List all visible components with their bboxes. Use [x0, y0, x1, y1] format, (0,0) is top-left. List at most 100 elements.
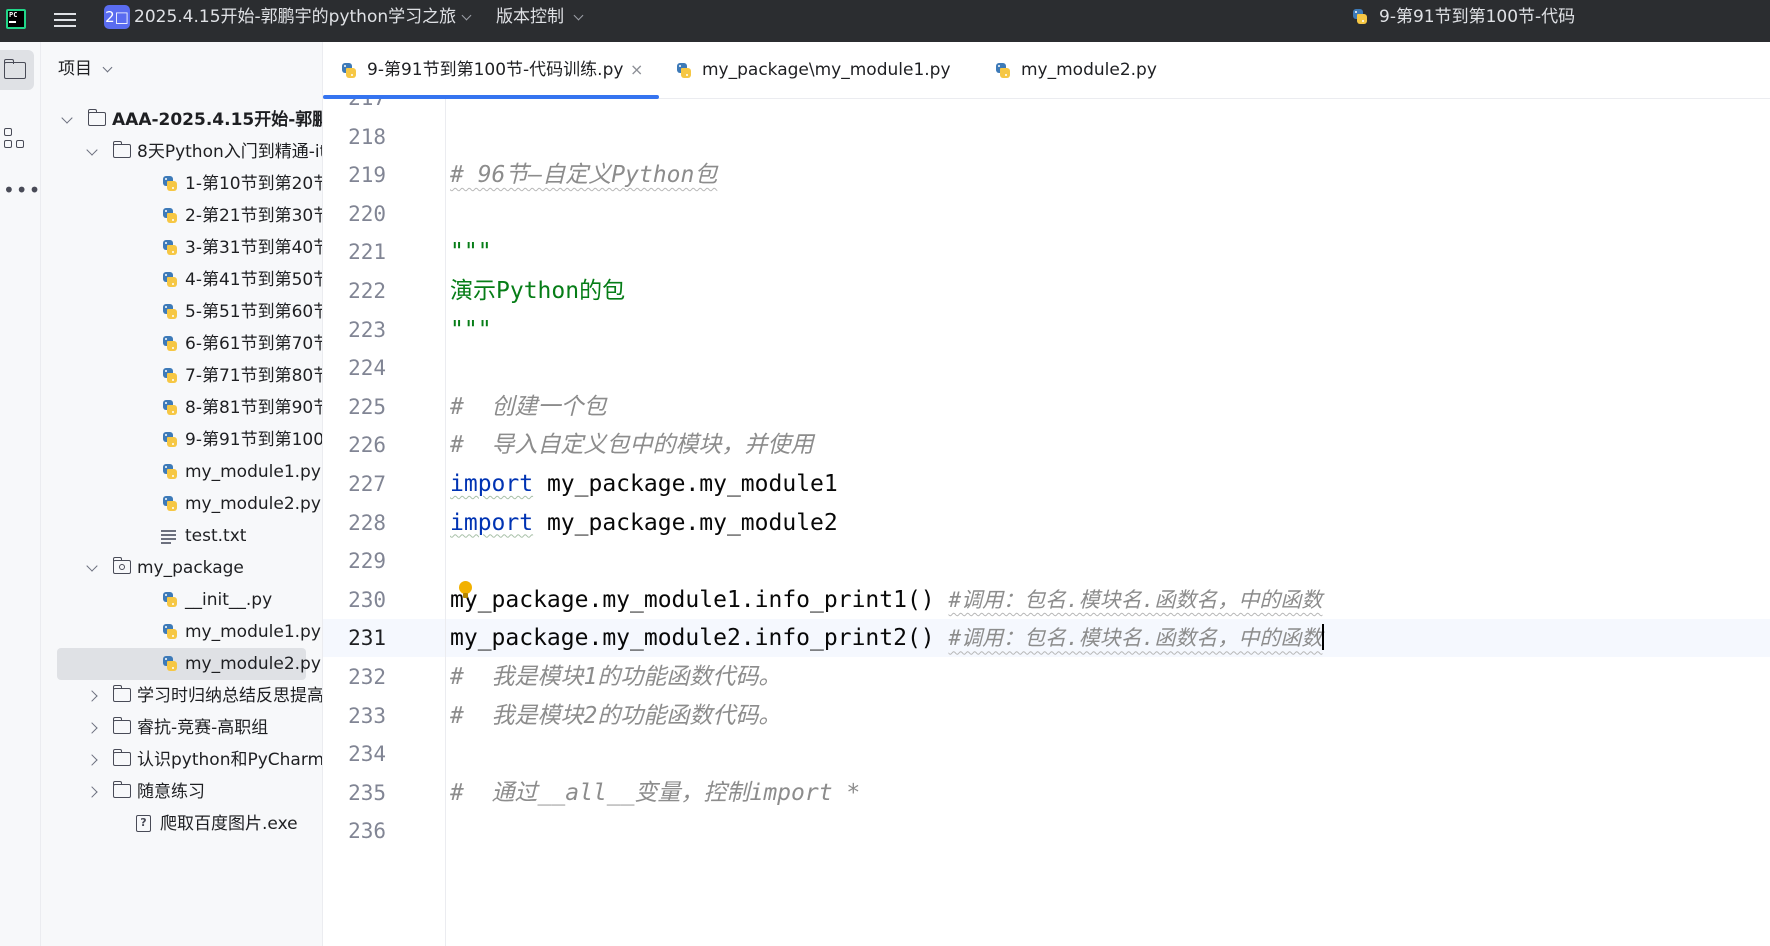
line-number[interactable]: 229 [323, 548, 386, 574]
tree-item[interactable]: my_module1.py [41, 456, 322, 488]
tree-item[interactable]: 4-第41节到第50节-代 [41, 264, 322, 296]
structure-icon[interactable] [4, 128, 26, 150]
chevron-down-icon[interactable] [461, 10, 472, 21]
tree-item[interactable]: 认识python和PyCharm [41, 744, 322, 776]
chevron-right-icon[interactable] [86, 722, 98, 734]
tree-item[interactable]: 6-第61节到第70节-代 [41, 328, 322, 360]
code-text: 演示Python的包 [450, 278, 626, 304]
tree-item[interactable]: ? 爬取百度图片.exe [41, 808, 322, 840]
line-number[interactable]: 228 [323, 510, 386, 536]
python-file-icon [161, 271, 179, 289]
code-line[interactable]: 229 [323, 542, 1770, 580]
tree-item[interactable]: AAA-2025.4.15开始-郭鹏 [41, 104, 322, 136]
folder-icon [112, 717, 131, 734]
chevron-down-icon[interactable] [573, 10, 584, 21]
tree-item[interactable]: my_module2.py [57, 648, 321, 680]
code-line[interactable]: 228 import my_package.my_module2 [323, 504, 1770, 542]
chevron-right-icon[interactable] [86, 690, 98, 702]
folder-icon [112, 781, 131, 798]
gutter-divider [445, 99, 446, 946]
line-number[interactable]: 219 [323, 162, 386, 188]
line-number[interactable]: 221 [323, 239, 386, 265]
tree-item[interactable]: 睿抗-竞赛-高职组 [41, 712, 322, 744]
editor-tab-active[interactable]: 9-第91节到第100节-代码训练.py × [323, 42, 659, 99]
tree-item-label: 3-第31节到第40节-代 [185, 238, 322, 258]
line-number[interactable]: 218 [323, 124, 386, 150]
project-folder-icon[interactable] [0, 50, 34, 90]
chevron-down-icon[interactable] [86, 144, 98, 156]
line-number[interactable]: 236 [323, 818, 386, 844]
tree-item-label: 2-第21节到第30节-代 [185, 206, 322, 226]
code-line[interactable]: 231 my_package.my_module2.info_print2() #… [323, 619, 1770, 658]
line-number[interactable]: 234 [323, 741, 386, 767]
line-number[interactable]: 224 [323, 355, 386, 381]
line-number[interactable]: 226 [323, 432, 386, 458]
python-file-icon [1351, 8, 1369, 26]
code-line[interactable]: 225 # 创建一个包 [323, 388, 1770, 426]
tree-item[interactable]: 8-第81节到第90节-代 [41, 392, 322, 424]
tree-item[interactable]: 2-第21节到第30节-代 [41, 200, 322, 232]
code-line[interactable]: 217 [323, 99, 1770, 117]
code-line[interactable]: 227 import my_package.my_module1 [323, 465, 1770, 503]
main-menu-icon[interactable] [54, 8, 78, 32]
tree-item-label: 爬取百度图片.exe [160, 814, 298, 834]
code-line[interactable]: 232 # 我是模块1的功能函数代码。 [323, 658, 1770, 696]
code-line[interactable]: 233 # 我是模块2的功能函数代码。 [323, 697, 1770, 735]
tree-item[interactable]: 5-第51节到第60节-代 [41, 296, 322, 328]
code-line[interactable]: 222 演示Python的包 [323, 272, 1770, 310]
tree-item[interactable]: 学习时归纳总结反思提高 [41, 680, 322, 712]
line-number[interactable]: 225 [323, 394, 386, 420]
tree-item[interactable]: my_package [41, 552, 322, 584]
chevron-down-icon[interactable] [86, 560, 98, 572]
code-line[interactable]: 236 [323, 812, 1770, 850]
project-panel-title[interactable]: 项目 [58, 58, 92, 80]
project-badge[interactable]: 2□ [104, 5, 130, 29]
code-line[interactable]: 220 [323, 195, 1770, 233]
line-number[interactable]: 227 [323, 471, 386, 497]
code-line[interactable]: 221 """ [323, 233, 1770, 271]
code-line[interactable]: 226 # 导入自定义包中的模块，并使用 [323, 426, 1770, 464]
chevron-right-icon[interactable] [86, 786, 98, 798]
line-number[interactable]: 222 [323, 278, 386, 304]
code-editor[interactable]: 217 218 219 # 96节—自定义Python包 220 221 """ 222 演示P… [323, 99, 1770, 946]
tree-item-label: 学习时归纳总结反思提高 [137, 686, 322, 706]
chevron-down-icon[interactable] [102, 62, 113, 73]
code-line[interactable]: 218 [323, 118, 1770, 156]
editor-tab[interactable]: my_package\my_module1.py [675, 42, 975, 99]
code-text: # 我是模块1的功能函数代码。 [450, 664, 782, 690]
chevron-down-icon[interactable] [61, 112, 73, 124]
code-line[interactable]: 234 [323, 735, 1770, 773]
tree-item[interactable]: 9-第91节到第100节- [41, 424, 322, 456]
close-icon[interactable]: × [630, 61, 643, 79]
code-line[interactable]: 224 [323, 349, 1770, 387]
line-number[interactable]: 223 [323, 317, 386, 343]
project-switcher[interactable]: 2025.4.15开始-郭鹏宇的python学习之旅 [134, 6, 456, 28]
code-line[interactable]: 219 # 96节—自定义Python包 [323, 156, 1770, 194]
python-file-icon [340, 62, 358, 80]
tree-item[interactable]: 8天Python入门到精通-it [41, 136, 322, 168]
line-number[interactable]: 230 [323, 587, 386, 613]
line-number[interactable]: 235 [323, 780, 386, 806]
tree-item[interactable]: 1-第10节到第20节-代 [41, 168, 322, 200]
editor-tab[interactable]: my_module2.py [994, 42, 1194, 99]
tree-item[interactable]: my_module2.py [41, 488, 322, 520]
line-number[interactable]: 220 [323, 201, 386, 227]
tree-item[interactable]: my_module1.py [41, 616, 322, 648]
tree-item[interactable]: 7-第71节到第80节-代 [41, 360, 322, 392]
tree-item[interactable]: 3-第31节到第40节-代 [41, 232, 322, 264]
line-number[interactable]: 233 [323, 703, 386, 729]
code-line[interactable]: 223 """ [323, 311, 1770, 349]
more-icon[interactable]: ••• [3, 180, 41, 200]
line-number[interactable]: 231 [323, 625, 386, 651]
tree-item[interactable]: 随意练习 [41, 776, 322, 808]
code-line[interactable]: 230 my_package.my_module1.info_print1() #… [323, 580, 1770, 619]
line-number[interactable]: 232 [323, 664, 386, 690]
line-number[interactable]: 217 [323, 99, 386, 111]
tree-item[interactable]: test.txt [41, 520, 322, 552]
tree-item[interactable]: __init__.py [41, 584, 322, 616]
vcs-menu[interactable]: 版本控制 [496, 6, 564, 28]
intention-bulb-icon[interactable] [459, 580, 472, 601]
pycharm-logo-icon[interactable]: PC [6, 9, 26, 29]
chevron-right-icon[interactable] [86, 754, 98, 766]
code-line[interactable]: 235 # 通过__all__变量，控制import * [323, 774, 1770, 812]
